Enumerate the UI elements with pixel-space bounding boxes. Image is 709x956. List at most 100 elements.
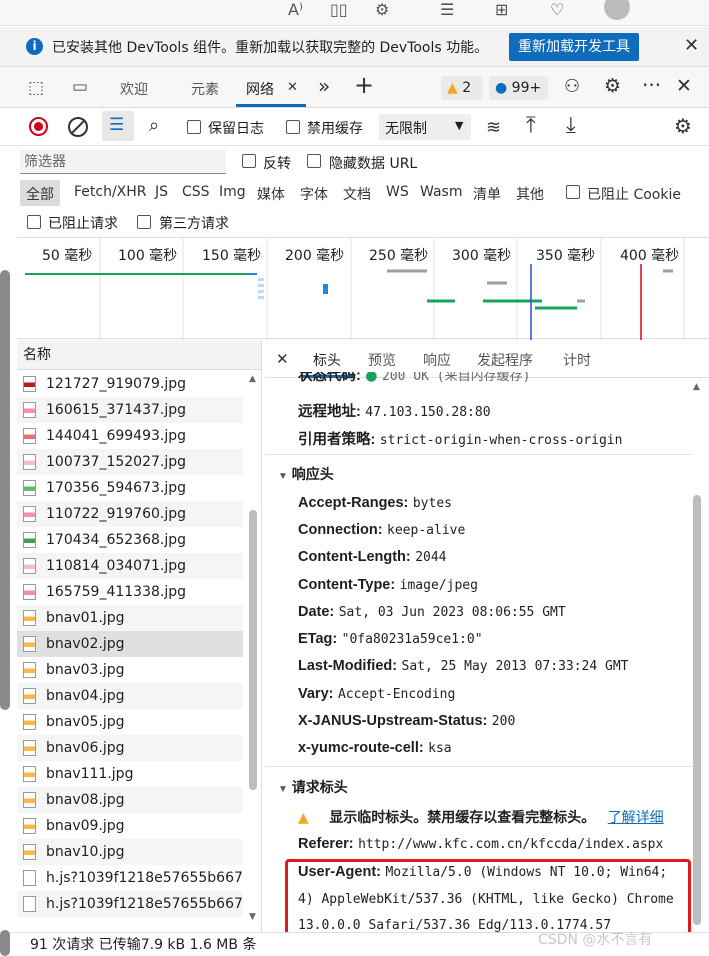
type-fetch-xhr[interactable]: Fetch/XHR [74,184,147,200]
image-file-icon [23,740,36,756]
clear-icon[interactable] [68,117,88,137]
scroll-up-icon[interactable]: ▲ [249,374,256,384]
list-item[interactable]: 165759_411338.jpg [17,579,243,605]
throttle-select[interactable]: 无限制 ▼ [379,114,471,140]
warnings-badge[interactable]: ▲ 2 [441,76,483,100]
read-aloud-icon[interactable]: A⁾ [288,0,303,19]
list-item[interactable]: 160615_371437.jpg [17,397,243,423]
invert-checkbox[interactable] [242,154,256,168]
disable-cache-label: 禁用缓存 [307,121,363,137]
search-icon[interactable]: ⌕ [149,115,159,136]
more-tabs-icon[interactable]: » [318,74,330,98]
list-item[interactable]: 170356_594673.jpg [17,475,243,501]
list-item[interactable]: h.js?1039f1218e57655b6677f3 [17,891,243,917]
list-item[interactable]: bnav05.jpg [17,709,243,735]
details-scrollbar-thumb[interactable] [693,495,701,925]
hide-data-urls-checkbox[interactable] [307,154,321,168]
list-item-selected[interactable]: bnav02.jpg [17,631,243,657]
type-font[interactable]: 字体 [300,184,328,204]
response-header-line: Vary: Accept-Encoding [298,686,455,702]
list-item[interactable]: bnav111.jpg [17,761,243,787]
close-devtools-icon[interactable]: ✕ [676,75,692,97]
tab-response[interactable]: 响应 [423,350,451,370]
connections-icon[interactable]: ⚇ [564,76,580,97]
list-item[interactable]: bnav10.jpg [17,839,243,865]
network-settings-icon[interactable]: ⚙ [674,114,692,138]
type-manifest[interactable]: 清单 [473,184,501,204]
type-media[interactable]: 媒体 [257,184,285,204]
filter-input[interactable]: 筛选器 [20,150,226,174]
list-item[interactable]: h.js?1039f1218e57655b6677f3 [17,865,243,891]
scroll-up-icon[interactable]: ▲ [693,382,700,392]
record-button[interactable] [29,117,48,136]
preserve-log-checkbox[interactable] [187,120,201,134]
list-item[interactable]: 110814_034071.jpg [17,553,243,579]
list-item[interactable]: bnav01.jpg [17,605,243,631]
messages-badge[interactable]: ● 99+ [489,76,548,100]
extensions-icon[interactable]: ⚙ [375,0,389,19]
response-headers-section[interactable]: ▼ 响应头 [278,464,334,484]
response-header-line: Accept-Ranges: bytes [298,495,452,511]
type-ws[interactable]: WS [386,184,409,200]
third-party-checkbox[interactable] [137,215,151,229]
request-headers-section[interactable]: ▼ 请求标头 [278,777,348,797]
import-har-icon[interactable]: ⤒ [526,113,536,138]
list-item[interactable]: bnav04.jpg [17,683,243,709]
avatar[interactable] [604,0,630,20]
tab-network[interactable]: 网络 [246,79,274,99]
blocked-cookies-checkbox[interactable] [566,185,580,199]
shield-icon[interactable]: ♡ [550,0,564,19]
device-toolbar-icon[interactable]: ▭ [72,77,88,97]
more-options-icon[interactable]: ··· [642,73,661,97]
inspect-icon[interactable]: ⬚ [28,78,44,98]
list-item[interactable]: 110722_919760.jpg [17,501,243,527]
type-wasm[interactable]: Wasm [420,184,462,200]
export-har-icon[interactable]: ⤓ [566,113,576,138]
type-other[interactable]: 其他 [516,184,544,204]
list-item[interactable]: bnav06.jpg [17,735,243,761]
name-column-header[interactable]: 名称 [17,340,261,370]
filter-row: 筛选器 反转 隐藏数据 URL [0,146,709,176]
close-tab-icon[interactable]: ✕ [287,80,298,95]
list-item[interactable]: bnav09.jpg [17,813,243,839]
type-doc[interactable]: 文档 [343,184,371,204]
split-screen-icon[interactable]: ▯▯ [330,0,348,19]
timeline-overview[interactable]: 50 毫秒 100 毫秒 150 毫秒 200 毫秒 250 毫秒 300 毫秒… [17,237,709,340]
add-tab-icon[interactable]: + [354,71,374,99]
tab-welcome[interactable]: 欢迎 [120,79,148,99]
blocked-requests-checkbox[interactable] [27,215,41,229]
list-scrollbar-thumb[interactable] [249,510,257,790]
header-value: bytes [412,496,452,511]
outer-scrollbar[interactable] [0,270,10,710]
list-item[interactable]: 170434_652368.jpg [17,527,243,553]
list-item[interactable]: bnav03.jpg [17,657,243,683]
tab-elements[interactable]: 元素 [191,79,219,99]
reload-devtools-button[interactable]: 重新加载开发工具 [509,33,639,61]
list-item[interactable]: 144041_699493.jpg [17,423,243,449]
tab-timing[interactable]: 计时 [563,350,591,370]
favorites-icon[interactable]: ☰ [440,0,454,19]
filter-toggle-button[interactable]: ☰ [102,111,134,141]
outer-scrollbar-bottom[interactable] [0,930,10,956]
network-conditions-icon[interactable]: ≋ [486,117,501,138]
gear-icon[interactable]: ⚙ [604,75,621,97]
collections-icon[interactable]: ⊞ [495,0,508,19]
type-js[interactable]: JS [155,184,168,200]
scroll-down-icon[interactable]: ▼ [249,912,256,922]
list-item[interactable]: bnav08.jpg [17,787,243,813]
third-party-label: 第三方请求 [159,216,229,232]
list-item[interactable]: 100737_152027.jpg [17,449,243,475]
learn-more-link[interactable]: 了解详细 [608,810,664,826]
type-all[interactable]: 全部 [26,184,54,204]
close-icon[interactable]: ✕ [684,35,699,56]
disable-cache-checkbox[interactable] [286,120,300,134]
close-details-icon[interactable]: ✕ [276,350,289,368]
tab-headers[interactable]: 标头 [313,350,341,370]
tab-initiator[interactable]: 发起程序 [477,350,533,370]
list-item[interactable]: 121727_919079.jpg [17,371,243,397]
type-img[interactable]: Img [219,184,246,200]
type-css[interactable]: CSS [182,184,210,200]
tab-preview[interactable]: 预览 [368,350,396,370]
preserve-log-label: 保留日志 [208,121,264,137]
image-file-icon [23,636,36,652]
